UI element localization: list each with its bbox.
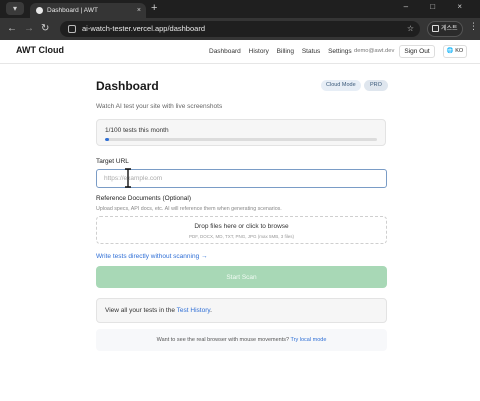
write-tests-link[interactable]: Write tests directly without scanning → — [96, 253, 208, 260]
browser-tabstrip: ▾ Dashboard | AWT × + – □ × — [0, 0, 480, 18]
dropzone-formats: PDF, DOCX, MD, TXT, PNG, JPG (max 5MB, 3… — [189, 234, 294, 239]
bookmark-star-icon[interactable]: ☆ — [407, 21, 414, 37]
local-mode-card: Want to see the real browser with mouse … — [96, 329, 387, 351]
reference-docs-help: Upload specs, API docs, etc. AI will ref… — [96, 206, 282, 212]
target-url-input[interactable] — [96, 169, 387, 188]
tab-title: Dashboard | AWT — [47, 7, 98, 14]
usage-progress-bar — [105, 138, 377, 141]
usage-card: 1/100 tests this month — [96, 119, 386, 146]
browser-menu-icon[interactable]: ⋮ — [469, 21, 478, 32]
history-card: View all your tests in the Test History. — [96, 298, 387, 323]
start-scan-button[interactable]: Start Scan — [96, 266, 387, 288]
nav-settings[interactable]: Settings — [328, 48, 352, 55]
text-cursor-icon — [125, 168, 131, 188]
file-dropzone[interactable]: Drop files here or click to browse PDF, … — [96, 216, 387, 244]
brand-logo-text[interactable]: AWT Cloud — [16, 45, 64, 55]
user-email: demo@awt.dev — [354, 48, 395, 54]
forward-arrow-icon[interactable]: → — [24, 22, 34, 36]
browser-toolbar: ← → ↻ ai-watch-tester.vercel.app/dashboa… — [0, 18, 480, 40]
back-arrow-icon[interactable]: ← — [7, 22, 17, 36]
local-mode-prefix: Want to see the real browser with mouse … — [156, 337, 291, 343]
app-header: AWT Cloud Dashboard History Billing Stat… — [0, 40, 480, 64]
new-tab-button[interactable]: + — [151, 2, 157, 15]
tab-search-icon[interactable]: ▾ — [6, 2, 24, 15]
address-bar[interactable]: ai-watch-tester.vercel.app/dashboard ☆ — [60, 21, 420, 37]
reference-docs-label: Reference Documents (Optional) — [96, 195, 192, 202]
usage-text: 1/100 tests this month — [105, 127, 169, 134]
main-nav: Dashboard History Billing Status Setting… — [209, 48, 358, 55]
reload-icon[interactable]: ↻ — [41, 22, 49, 36]
address-bar-url: ai-watch-tester.vercel.app/dashboard — [82, 24, 205, 33]
target-url-label: Target URL — [96, 158, 129, 165]
nav-dashboard[interactable]: Dashboard — [209, 48, 241, 55]
local-mode-link[interactable]: Try local mode — [291, 337, 327, 343]
cloud-mode-badge: Cloud Mode — [321, 80, 361, 91]
window-controls[interactable]: – □ × — [404, 2, 472, 11]
browser-tab[interactable]: Dashboard | AWT × — [30, 3, 146, 18]
nav-billing[interactable]: Billing — [277, 48, 294, 55]
nav-history[interactable]: History — [249, 48, 269, 55]
profile-button[interactable]: 게스트 — [427, 21, 463, 37]
nav-status[interactable]: Status — [302, 48, 320, 55]
history-suffix: . — [210, 307, 212, 314]
favicon-icon — [36, 7, 43, 14]
test-history-link[interactable]: Test History — [177, 307, 210, 314]
page-subtitle: Watch AI test your site with live screen… — [96, 103, 223, 110]
history-prefix: View all your tests in the — [105, 307, 177, 314]
profile-icon — [432, 25, 439, 32]
profile-label: 게스트 — [441, 26, 458, 32]
plan-badge: PRO — [364, 80, 388, 91]
site-info-icon[interactable] — [68, 25, 76, 33]
dropzone-text: Drop files here or click to browse — [194, 223, 289, 230]
tab-close-icon[interactable]: × — [137, 3, 141, 18]
usage-progress-fill — [105, 138, 110, 141]
page-title: Dashboard — [96, 79, 159, 93]
sign-out-button[interactable]: Sign Out — [399, 45, 435, 58]
language-button[interactable]: 🌐 KO — [443, 45, 467, 58]
